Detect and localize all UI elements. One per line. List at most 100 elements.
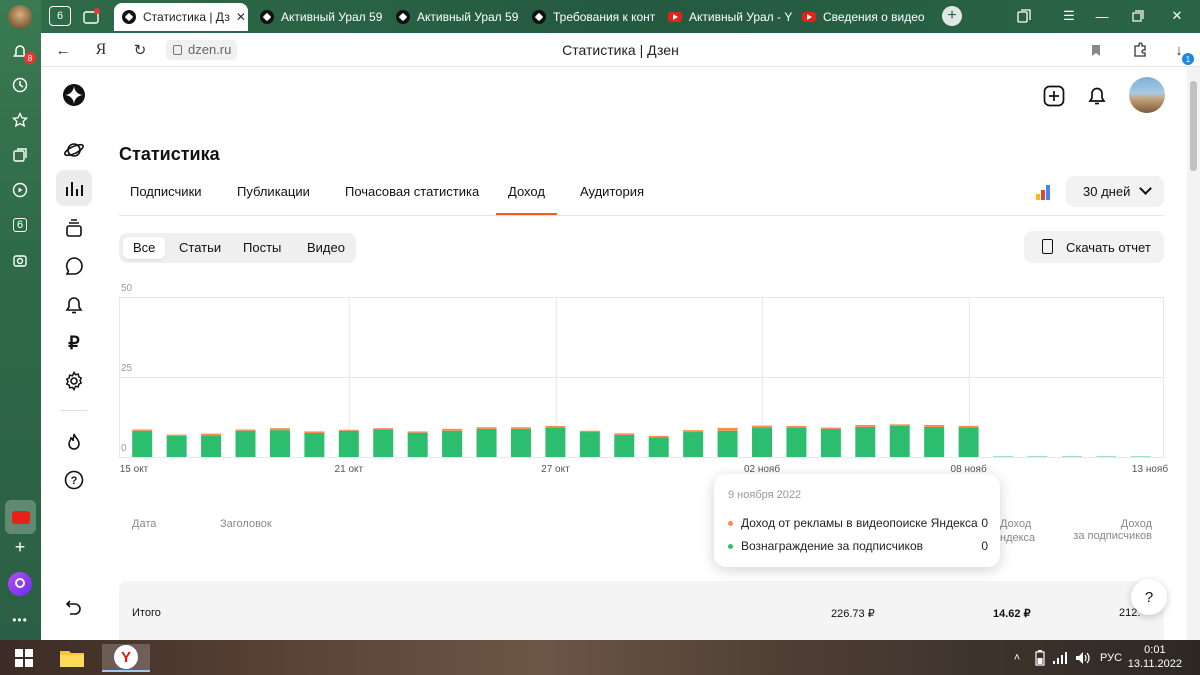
screenshot-icon[interactable] (8, 248, 32, 272)
youtube-sidebar-app[interactable] (5, 500, 36, 534)
tab-publications[interactable]: Публикации (237, 184, 310, 199)
yandex-browser-taskbar-icon[interactable]: Y (102, 644, 150, 672)
column-sub-income[interactable]: Доход за подписчиков (1072, 518, 1152, 542)
bar-subscribers (648, 437, 669, 457)
language-indicator[interactable]: РУС (1098, 644, 1124, 672)
bar-subscribers (545, 427, 566, 457)
close-tab-icon[interactable]: ✕ (236, 10, 246, 24)
clock[interactable]: 0:01 13.11.2022 (1128, 643, 1182, 671)
bar-ad-income (269, 428, 290, 431)
bar-subscribers (1130, 456, 1151, 457)
help-icon[interactable]: ? (60, 466, 88, 494)
collections-icon[interactable] (8, 143, 32, 167)
tab-hourly[interactable]: Почасовая статистика (345, 184, 479, 199)
new-tab-group-icon[interactable] (82, 6, 102, 26)
tooltip-row-value: 0 (981, 516, 988, 530)
more-icon[interactable]: ••• (8, 608, 32, 632)
chevron-down-icon (1139, 182, 1152, 195)
alice-icon[interactable] (8, 572, 32, 596)
windows-start-icon[interactable] (10, 644, 38, 672)
tab-counter-icon[interactable]: 6 (8, 213, 32, 237)
download-label: Скачать отчет (1066, 239, 1151, 255)
tab[interactable]: Требования к конт (524, 3, 656, 31)
user-avatar[interactable] (1129, 77, 1165, 113)
statistics-icon[interactable] (56, 170, 92, 206)
create-icon[interactable] (1043, 85, 1065, 107)
filter-articles[interactable]: Статьи (179, 240, 221, 255)
scrollbar-thumb[interactable] (1190, 81, 1197, 171)
period-select[interactable]: 30 дней (1066, 176, 1164, 207)
notifications-bell-icon[interactable] (1086, 85, 1108, 107)
tab-label: Требования к конт (553, 10, 656, 24)
downloads-badge: 1 (1182, 53, 1194, 65)
minimize-icon[interactable]: — (1092, 6, 1112, 26)
tab[interactable]: Активный Урал - Y (660, 3, 794, 31)
tray-chevron-icon[interactable]: ˄ (1010, 644, 1024, 672)
tab-audience[interactable]: Аудитория (580, 184, 644, 199)
column-date[interactable]: Дата (132, 518, 156, 530)
content-type-filter: Все Статьи Посты Видео (119, 233, 356, 263)
column-sub-income-line2: за подписчиков (1073, 530, 1152, 542)
bar-subscribers (442, 430, 463, 457)
column-sub-income-line1: Доход (1120, 518, 1152, 530)
return-icon[interactable] (60, 593, 88, 621)
column-title[interactable]: Заголовок (220, 518, 272, 530)
menu-icon[interactable]: ☰ (1059, 6, 1079, 26)
ruble-icon[interactable]: ₽ (60, 329, 88, 357)
gear-icon[interactable] (60, 367, 88, 395)
planet-icon[interactable] (60, 136, 88, 164)
bar-subscribers (407, 432, 428, 457)
volume-icon[interactable] (1074, 644, 1092, 672)
tab-strip: 6 Статистика | Дз ✕ Активный Урал 59 Акт… (41, 0, 1200, 33)
close-window-icon[interactable]: ✕ (1167, 6, 1187, 26)
tab-income[interactable]: Доход (496, 184, 557, 215)
x-tick-label: 13 нояб (1131, 464, 1169, 475)
bar-ad-income (338, 429, 359, 431)
x-tick-label: 15 окт (119, 464, 149, 475)
extensions-icon[interactable] (1130, 40, 1150, 60)
main-content: Статистика Подписчики Публикации Почасов… (107, 67, 1187, 640)
comments-icon[interactable] (60, 252, 88, 280)
restore-icon[interactable] (1128, 6, 1148, 26)
publications-icon[interactable] (60, 214, 88, 242)
page-title: Статистика (119, 144, 220, 164)
bar-ad-income (166, 434, 187, 436)
bar-subscribers (752, 427, 773, 457)
filter-all[interactable]: Все (123, 237, 166, 259)
bar-subscribers (476, 428, 497, 457)
bell-icon[interactable] (60, 291, 88, 319)
filter-posts[interactable]: Посты (243, 240, 281, 255)
tab-subscribers[interactable]: Подписчики (130, 184, 202, 199)
bookmarks-icon[interactable] (8, 108, 32, 132)
tab-manager-button[interactable]: 6 (49, 6, 71, 26)
new-tab-button[interactable]: + (942, 6, 962, 26)
bar-subscribers (510, 428, 531, 457)
dzen-logo-icon[interactable] (60, 81, 88, 109)
tab[interactable]: Активный Урал 59 (388, 3, 518, 31)
history-icon[interactable] (8, 73, 32, 97)
tab[interactable]: Активный Урал 59 (252, 3, 382, 31)
bar-ad-income (510, 427, 531, 429)
bar-subscribers (579, 432, 600, 457)
filter-video[interactable]: Видео (307, 240, 345, 255)
tab-switch-icon[interactable] (1014, 6, 1034, 26)
bookmark-icon[interactable] (1086, 40, 1106, 60)
add-app-icon[interactable]: + (8, 535, 32, 559)
battery-icon[interactable] (1032, 644, 1048, 672)
bar-chart-icon[interactable] (1035, 184, 1051, 200)
fire-icon[interactable] (60, 428, 88, 456)
help-button[interactable]: ? (1131, 579, 1167, 615)
column-ad-income-line1: Доход (1000, 518, 1032, 530)
tab[interactable]: Сведения о видео (794, 3, 928, 31)
signal-icon[interactable] (1052, 644, 1070, 672)
tab-active[interactable]: Статистика | Дз ✕ (114, 3, 248, 31)
file-explorer-icon[interactable] (56, 644, 88, 672)
tooltip-row-label: Вознаграждение за подписчиков (741, 539, 923, 553)
video-icon[interactable] (8, 178, 32, 202)
notification-badge: 8 (24, 52, 36, 64)
download-report-button[interactable]: Скачать отчет (1024, 231, 1164, 263)
page-scrollbar[interactable] (1187, 67, 1200, 640)
profile-avatar[interactable] (8, 5, 32, 29)
bar-ad-income (855, 425, 876, 427)
bar-ad-income (579, 430, 600, 433)
